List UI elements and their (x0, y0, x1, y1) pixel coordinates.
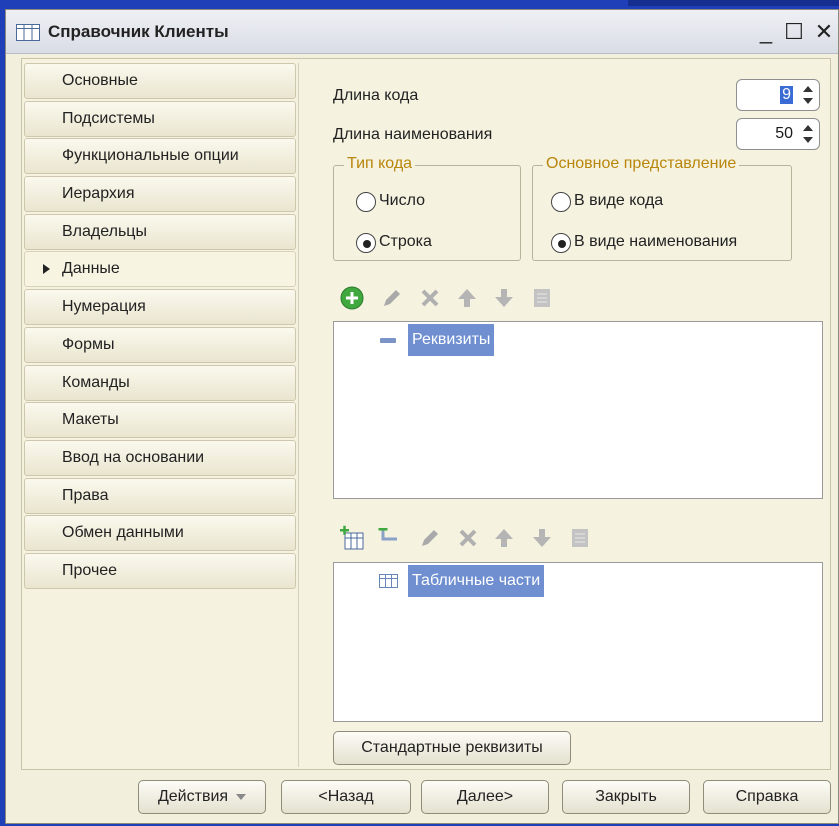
tree-item-attributes[interactable]: Реквизиты (378, 324, 818, 356)
radio-label: Число (379, 192, 426, 209)
content-area: Основные Подсистемы Функциональные опции… (21, 58, 831, 770)
sidebar-item-label: Функциональные опции (62, 147, 239, 165)
catalog-window: Справочник Клиенты _ ☐ ✕ Основные Подсис… (5, 9, 839, 824)
selected-arrow-icon (43, 264, 50, 275)
collapse-icon[interactable] (378, 332, 400, 348)
arrow-down-icon[interactable] (491, 285, 517, 311)
radio-label: В виде кода (574, 192, 664, 209)
arrow-up-icon[interactable] (454, 285, 480, 311)
catalog-icon (16, 24, 40, 41)
sidebar-item-podsistemy[interactable]: Подсистемы (24, 100, 296, 137)
sidebar-item-rights[interactable]: Права (24, 477, 296, 514)
sidebar-item-forms[interactable]: Формы (24, 326, 296, 363)
list-sort-icon[interactable] (567, 525, 593, 551)
sidebar-item-label: Владельцы (62, 222, 147, 240)
delete-x-icon[interactable] (455, 525, 481, 551)
add-child-icon[interactable] (377, 525, 403, 551)
tabular-toolbar (339, 525, 599, 555)
tabular-parts-tree[interactable]: Табличные части (333, 562, 823, 722)
main-representation-group: Основное представление В виде кода В вид… (532, 155, 792, 261)
sidebar-item-label: Ввод на основании (62, 448, 205, 466)
sidebar-item-data-exchange[interactable]: Обмен данными (24, 515, 296, 552)
radio-circle-icon (551, 192, 571, 212)
code-type-title: Тип кода (344, 155, 416, 173)
standard-attributes-button[interactable]: Стандартные реквизиты (333, 731, 571, 765)
delete-x-icon[interactable] (417, 285, 443, 311)
name-length-label: Длина наименования (333, 126, 493, 143)
arrow-down-icon[interactable] (529, 525, 555, 551)
sidebar-item-commands[interactable]: Команды (24, 364, 296, 401)
tree-item-label[interactable]: Табличные части (408, 565, 545, 597)
sidebar-item-input-based-on[interactable]: Ввод на основании (24, 439, 296, 476)
radio-circle-icon (356, 192, 376, 212)
name-length-value[interactable]: 50 (775, 125, 793, 143)
sidebar-item-label: Права (62, 486, 109, 504)
sidebar-item-label: Основные (62, 72, 138, 89)
sidebar-item-data[interactable]: Данные (24, 251, 296, 288)
sidebar: Основные Подсистемы Функциональные опции… (24, 63, 296, 591)
window-title: Справочник Клиенты (48, 22, 229, 41)
code-length-label: Длина кода (333, 87, 419, 104)
next-button[interactable]: Далее> (421, 780, 549, 814)
radio-label: В виде наименования (574, 233, 738, 250)
spinner-arrows-icon[interactable] (801, 86, 815, 106)
code-length-value[interactable]: 9 (780, 86, 793, 104)
pencil-icon[interactable] (417, 525, 443, 551)
sidebar-item-other[interactable]: Прочее (24, 552, 296, 589)
sidebar-item-label: Обмен данными (62, 524, 184, 542)
minimize-button[interactable]: _ (754, 18, 778, 46)
actions-label: Действия (157, 788, 229, 805)
sidebar-item-owners[interactable]: Владельцы (24, 213, 296, 250)
radio-label: Строка (379, 233, 432, 250)
data-panel: Длина кода 9 Длина наименования 50 Тип к… (298, 63, 828, 767)
sidebar-item-label: Иерархия (62, 185, 135, 203)
attributes-toolbar (339, 285, 569, 315)
sidebar-item-label: Формы (62, 335, 115, 353)
help-button[interactable]: Справка (703, 780, 831, 814)
sidebar-item-label: Макеты (62, 411, 119, 429)
pencil-icon[interactable] (379, 285, 405, 311)
main-representation-title: Основное представление (543, 155, 740, 173)
radio-circle-icon (551, 233, 571, 253)
add-table-icon[interactable] (339, 525, 365, 551)
list-sort-icon[interactable] (529, 285, 555, 311)
sidebar-item-label: Данные (62, 260, 120, 278)
name-length-spinner[interactable]: 50 (736, 118, 820, 150)
sidebar-item-label: Нумерация (62, 298, 146, 316)
close-window-button[interactable]: ✕ (812, 18, 836, 46)
attributes-tree[interactable]: Реквизиты (333, 321, 823, 499)
maximize-button[interactable]: ☐ (782, 18, 806, 46)
sidebar-item-label: Подсистемы (62, 109, 155, 127)
tree-item-tabular-parts[interactable]: Табличные части (378, 565, 818, 597)
code-length-spinner[interactable]: 9 (736, 79, 820, 111)
title-bar: Справочник Клиенты _ ☐ ✕ (6, 10, 838, 54)
sidebar-item-osnovnye[interactable]: Основные (24, 63, 296, 99)
tree-item-label[interactable]: Реквизиты (408, 324, 495, 356)
sidebar-item-label: Прочее (62, 561, 118, 579)
arrow-up-icon[interactable] (491, 525, 517, 551)
sidebar-item-label: Команды (62, 373, 130, 391)
close-button[interactable]: Закрыть (562, 780, 690, 814)
sidebar-item-hierarchy[interactable]: Иерархия (24, 176, 296, 213)
chevron-down-icon (236, 793, 247, 800)
actions-dropdown-button[interactable]: Действия (138, 780, 266, 814)
back-button[interactable]: <Назад (281, 780, 411, 814)
sidebar-item-numbering[interactable]: Нумерация (24, 289, 296, 326)
code-type-group: Тип кода Число Строка (333, 155, 521, 261)
spinner-arrows-icon[interactable] (801, 125, 815, 145)
sidebar-item-templates[interactable]: Макеты (24, 402, 296, 439)
sidebar-item-functional-options[interactable]: Функциональные опции (24, 138, 296, 175)
radio-circle-icon (356, 233, 376, 253)
table-icon (379, 574, 398, 588)
desktop-background (628, 0, 839, 6)
plus-circle-icon[interactable] (339, 285, 365, 311)
